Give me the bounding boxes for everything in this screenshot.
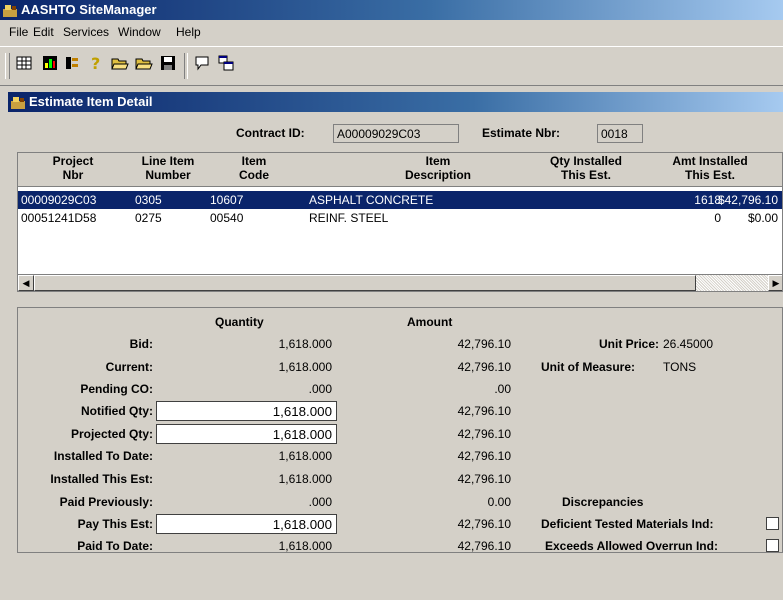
- paid-previously-amount: 0.00: [487, 495, 511, 509]
- amount-header: Amount: [407, 315, 453, 329]
- pay-this-est-label: Pay This Est:: [77, 517, 153, 531]
- exceeds-allowed-overrun-checkbox[interactable]: [766, 539, 779, 552]
- bid-quantity: 1,618.000: [278, 337, 332, 351]
- cell-item-code: 00540: [210, 211, 244, 225]
- scroll-thumb[interactable]: [34, 275, 696, 291]
- notified-qty-input[interactable]: [156, 401, 337, 421]
- app-title: AASHTO SiteManager: [21, 2, 157, 17]
- current-amount: 42,796.10: [457, 360, 511, 374]
- window-title: Estimate Item Detail: [29, 94, 153, 109]
- toolbar: ?: [0, 46, 783, 86]
- scroll-track[interactable]: [696, 275, 768, 291]
- notified-qty-label: Notified Qty:: [81, 404, 153, 418]
- pay-this-est-input[interactable]: [156, 514, 337, 534]
- col-project-nbr[interactable]: Project Nbr: [38, 154, 108, 182]
- open-folder-icon[interactable]: [110, 55, 130, 75]
- deficient-tested-materials-label: Deficient Tested Materials Ind:: [541, 517, 714, 531]
- menu-file[interactable]: File: [9, 22, 28, 42]
- open-folder-alt-icon[interactable]: [134, 55, 154, 75]
- installed-to-date-label: Installed To Date:: [53, 449, 153, 463]
- item-details-panel: Quantity Amount Bid: 1,618.000 42,796.10…: [17, 307, 783, 553]
- col-item-description[interactable]: Item Description: [378, 154, 498, 182]
- installed-to-date-quantity: 1,618.000: [278, 449, 332, 463]
- cell-item-description: REINF. STEEL: [309, 211, 389, 225]
- cell-item-description: ASPHALT CONCRETE: [309, 193, 434, 207]
- unit-of-measure-label: Unit of Measure:: [541, 360, 636, 374]
- cell-qty-installed: 0: [714, 211, 721, 225]
- toolbar-separator: [184, 53, 188, 79]
- paid-to-date-amount: 42,796.10: [457, 539, 511, 553]
- cell-line-item: 0305: [135, 193, 162, 207]
- quantity-header: Quantity: [215, 315, 264, 329]
- cell-amt-installed: $42,796.10: [717, 193, 778, 207]
- table-row[interactable]: 00051241D58 0275 00540 REINF. STEEL 0 $0…: [18, 209, 782, 227]
- projected-amount: 42,796.10: [457, 427, 511, 441]
- col-line-item-number[interactable]: Line Item Number: [128, 154, 208, 182]
- menu-window[interactable]: Window: [118, 22, 161, 42]
- table-row[interactable]: 00009029C03 0305 10607 ASPHALT CONCRETE …: [18, 191, 782, 209]
- installed-to-date-amount: 42,796.10: [457, 449, 511, 463]
- tree-icon[interactable]: [62, 55, 82, 75]
- current-quantity: 1,618.000: [278, 360, 332, 374]
- window-title-bar: Estimate Item Detail: [8, 92, 783, 112]
- col-qty-installed[interactable]: Qty Installed This Est.: [526, 154, 646, 182]
- contract-id-label: Contract ID:: [236, 126, 305, 140]
- app-title-bar: AASHTO SiteManager: [0, 0, 783, 20]
- unit-of-measure-value: TONS: [663, 360, 697, 374]
- horizontal-scrollbar[interactable]: ◀ ▶: [18, 274, 782, 291]
- speech-bubble-icon[interactable]: [192, 55, 212, 75]
- bid-label: Bid:: [129, 337, 153, 351]
- app-icon: [3, 3, 17, 17]
- estimate-items-table[interactable]: Project Nbr Line Item Number Item Code Item…: [17, 152, 783, 292]
- svg-text:?: ?: [91, 55, 100, 71]
- discrepancies-heading: Discrepancies: [562, 495, 644, 509]
- table-header: Project Nbr Line Item Number Item Code Item…: [18, 153, 782, 187]
- contract-id-field: A00009029C03: [333, 124, 459, 143]
- pending-co-amount: .00: [494, 382, 511, 396]
- menu-help[interactable]: Help: [176, 22, 201, 42]
- pending-co-quantity: .000: [308, 382, 332, 396]
- chart-icon[interactable]: [40, 55, 60, 75]
- windows-icon[interactable]: [216, 55, 236, 75]
- exceeds-allowed-overrun-label: Exceeds Allowed Overrun Ind:: [545, 539, 718, 553]
- col-amt-installed[interactable]: Amt Installed This Est.: [650, 154, 770, 182]
- paid-to-date-quantity: 1,618.000: [278, 539, 332, 553]
- scroll-right-icon[interactable]: ▶: [768, 275, 782, 291]
- menu-edit[interactable]: Edit: [33, 22, 54, 42]
- unit-price-label: Unit Price:: [598, 337, 659, 351]
- paid-previously-label: Paid Previously:: [59, 495, 153, 509]
- pending-co-label: Pending CO:: [80, 382, 153, 396]
- col-item-code[interactable]: Item Code: [224, 154, 284, 182]
- bid-amount: 42,796.10: [457, 337, 511, 351]
- notified-amount: 42,796.10: [457, 404, 511, 418]
- pay-this-est-amount: 42,796.10: [457, 517, 511, 531]
- help-icon[interactable]: ?: [86, 54, 106, 75]
- cell-item-code: 10607: [210, 193, 244, 207]
- paid-to-date-label: Paid To Date:: [77, 539, 153, 553]
- menu-services[interactable]: Services: [63, 22, 109, 42]
- grid-icon[interactable]: [14, 55, 34, 75]
- current-label: Current:: [105, 360, 153, 374]
- unit-price-value: 26.45000: [663, 337, 714, 351]
- cell-project-nbr: 00009029C03: [21, 193, 97, 207]
- estimate-nbr-label: Estimate Nbr:: [482, 126, 561, 140]
- save-icon[interactable]: [158, 55, 178, 75]
- cell-line-item: 0275: [135, 211, 162, 225]
- cell-project-nbr: 00051241D58: [21, 211, 97, 225]
- installed-this-est-quantity: 1,618.000: [278, 472, 332, 486]
- estimate-nbr-field: 0018: [597, 124, 643, 143]
- cell-amt-installed: $0.00: [747, 211, 778, 225]
- toolbar-grip: [5, 53, 10, 79]
- projected-qty-label: Projected Qty:: [70, 427, 153, 441]
- installed-this-est-amount: 42,796.10: [457, 472, 511, 486]
- deficient-tested-materials-checkbox[interactable]: [766, 517, 779, 530]
- projected-qty-input[interactable]: [156, 424, 337, 444]
- paid-previously-quantity: .000: [308, 495, 332, 509]
- installed-this-est-label: Installed This Est:: [50, 472, 153, 486]
- menu-bar: File Edit Services Window Help: [0, 22, 783, 42]
- window-icon: [11, 95, 25, 109]
- scroll-left-icon[interactable]: ◀: [18, 275, 34, 291]
